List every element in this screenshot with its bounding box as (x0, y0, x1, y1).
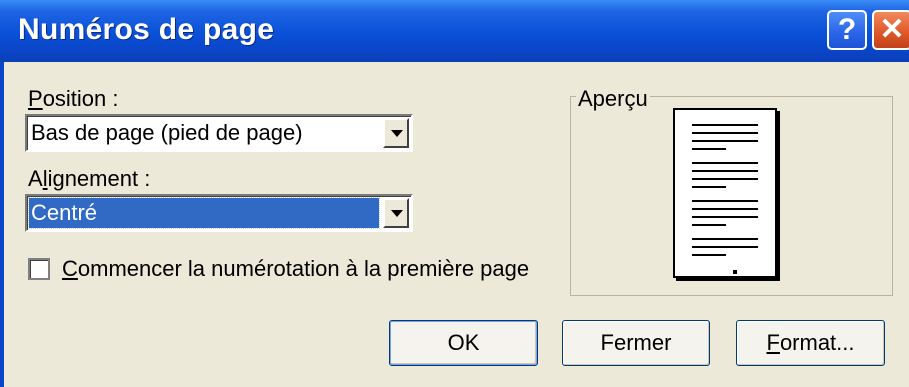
preview-text-line (692, 148, 726, 150)
dialog-title: Numéros de page (18, 13, 275, 46)
alignment-select[interactable]: Centré (25, 194, 413, 232)
preview-text-line (692, 246, 758, 248)
preview-text-line (692, 170, 758, 172)
close-icon: ✕ (879, 13, 905, 46)
position-label: Position : (28, 86, 119, 111)
close-button[interactable]: Fermer (562, 320, 710, 366)
preview-text-line (692, 200, 758, 202)
ok-button[interactable]: OK (389, 320, 538, 366)
preview-text-line (692, 238, 758, 240)
alignment-select-value: Centré (31, 200, 98, 225)
position-select[interactable]: Bas de page (pied de page) (25, 114, 413, 152)
alignment-dropdown-arrow-icon[interactable] (383, 198, 409, 228)
alignment-label: Alignement : (28, 166, 151, 191)
page-number-marker-icon (733, 270, 737, 274)
window-frame-left (0, 62, 4, 387)
help-button[interactable]: ? (827, 10, 867, 50)
first-page-checkbox[interactable] (28, 258, 50, 280)
page-preview (673, 108, 777, 278)
format-button[interactable]: Format... (736, 320, 885, 366)
close-window-button[interactable]: ✕ (872, 10, 909, 50)
position-select-value: Bas de page (pied de page) (31, 120, 303, 145)
preview-text-line (692, 132, 758, 134)
question-mark-icon: ? (837, 13, 857, 46)
preview-text-line (692, 216, 758, 218)
preview-text-line (692, 224, 726, 226)
preview-text-line (692, 124, 758, 126)
preview-text-line (692, 208, 758, 210)
title-bar[interactable]: Numéros de page ? ✕ (0, 0, 909, 62)
preview-text-line (692, 162, 758, 164)
preview-text-line (692, 186, 726, 188)
preview-legend: Aperçu (576, 86, 650, 112)
position-dropdown-arrow-icon[interactable] (383, 118, 409, 148)
preview-text-line (692, 178, 758, 180)
preview-text-line (692, 140, 758, 142)
preview-text-line (692, 254, 726, 256)
first-page-label[interactable]: Commencer la numérotation à la première … (62, 256, 529, 282)
page-numbers-dialog: Numéros de page ? ✕ Position : Bas de pa… (0, 0, 909, 387)
